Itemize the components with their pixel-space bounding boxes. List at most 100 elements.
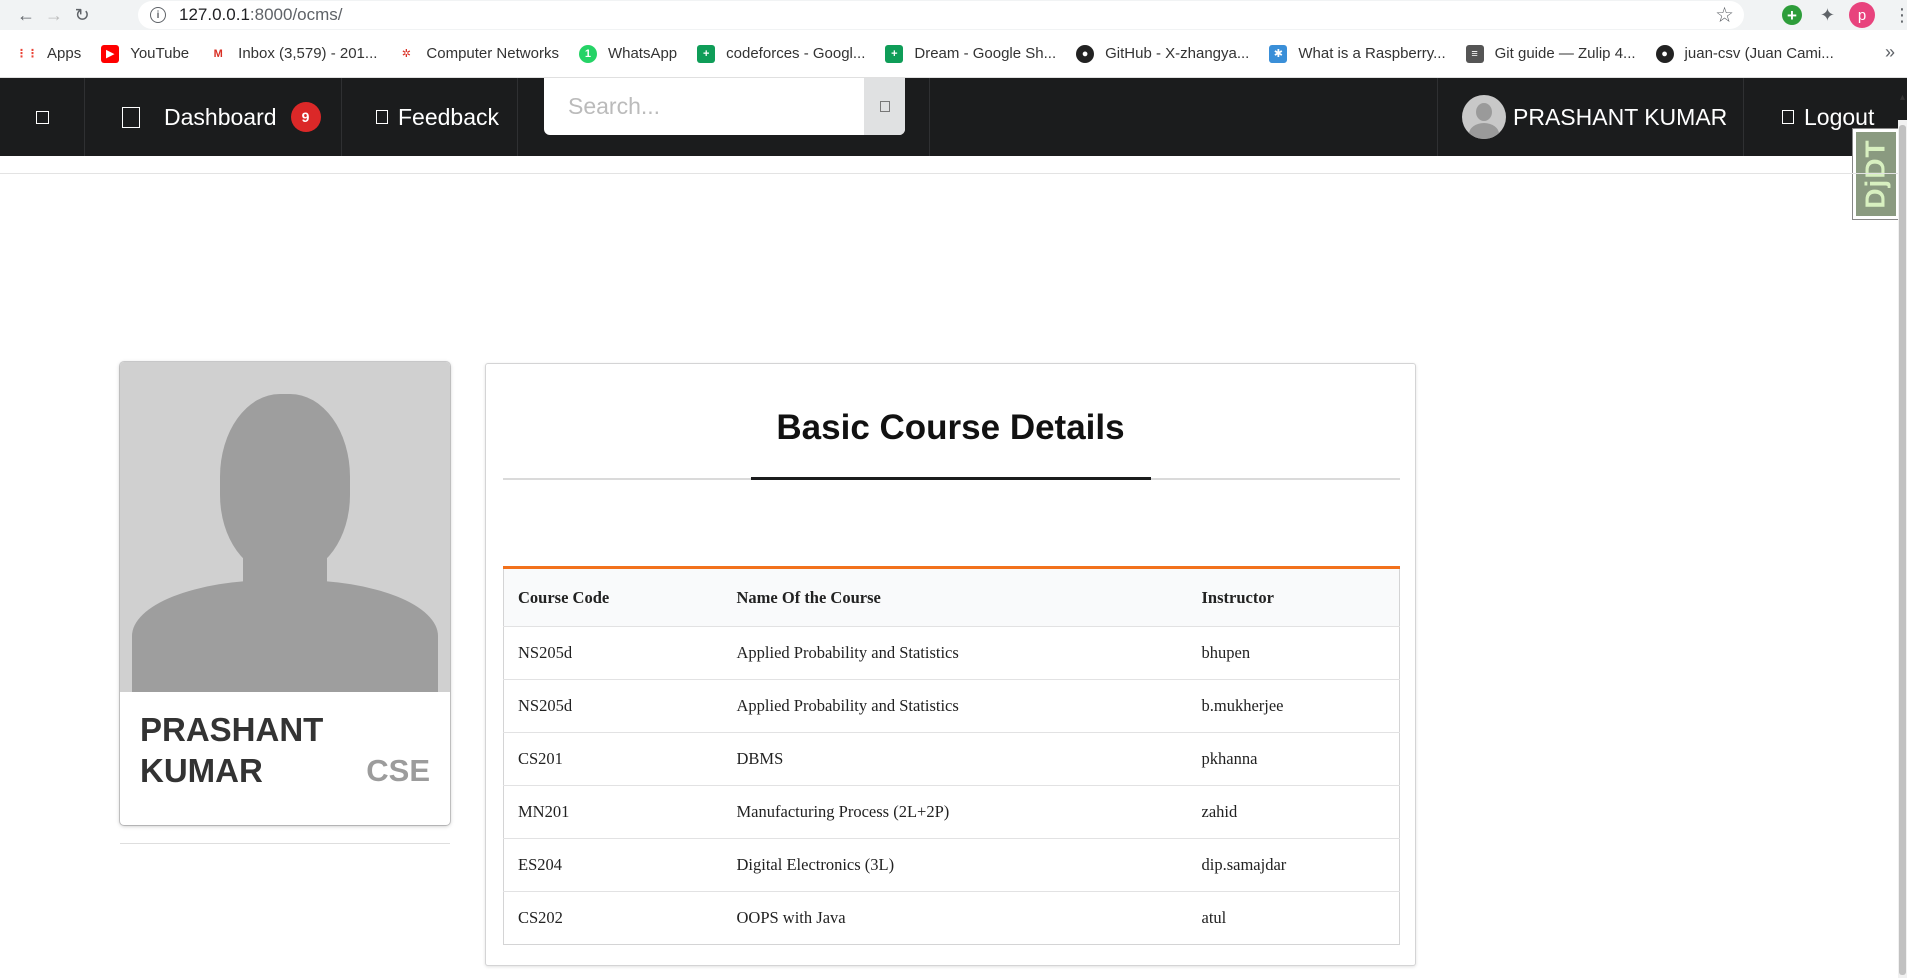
bookmarks-overflow-icon[interactable]: » [1885,42,1895,63]
cell-code: NS205d [503,626,723,680]
bookmark-item[interactable]: ⋮⋮ Apps [16,45,82,63]
apps-grid-icon: ⋮⋮ [16,48,38,60]
logout-icon [1782,110,1794,124]
cell-name: DBMS [722,732,1188,786]
browser-menu-icon[interactable]: ⋮ [1893,5,1907,26]
bookmark-item[interactable]: ▶ YouTube [101,44,190,63]
nav-dashboard-item[interactable]: Dashboard 9 [85,78,342,156]
nav-search-item [518,78,930,156]
table-row: MN201 Manufacturing Process (2L+2P) zahid [503,785,1400,839]
header-instructor: Instructor [1187,567,1400,627]
dashboard-label: Dashboard [164,103,277,130]
bookmark-item[interactable]: ≡ Git guide — Zulip 4... [1465,44,1636,63]
cell-name: OOPS with Java [736,908,846,927]
bookmark-label: WhatsApp [607,45,678,62]
table-row: NS205d Applied Probability and Statistics… [503,679,1400,733]
table-row: CS201 DBMS pkhanna [503,732,1400,786]
cell-name: Applied Probability and Statistics [722,626,1188,680]
extensions-area: + ✦ p ⋮ [1781,0,1907,30]
scroll-up-arrow-icon[interactable]: ▴ [1900,92,1905,103]
panel-title: Basic Course Details [776,408,1125,447]
reload-icon[interactable]: ↻ [68,1,96,29]
app-navbar: Dashboard 9 Feedback PRASHANT KUMAR Logo… [0,78,1907,156]
djdt-label: DjDT [1859,139,1891,209]
bookmark-label: juan-csv (Juan Cami... [1684,45,1834,62]
github-icon: ● [1655,44,1674,63]
browser-toolbar: ← → ↻ i 127.0.0.1:8000/ocms/ ☆ + ✦ p ⋮ [0,0,1907,30]
cell-code: CS201 [503,732,723,786]
bookmark-label: codeforces - Googl... [726,45,866,62]
scrollbar-thumb[interactable] [1899,125,1906,975]
cell-instructor: zahid [1187,785,1400,839]
cell-code: NS205d [503,679,723,733]
bookmark-label: What is a Raspberry... [1298,45,1446,62]
nav-user-item[interactable]: PRASHANT KUMAR [1437,78,1744,156]
cn-icon: ✲ [401,48,412,60]
cell-instructor: dip.samajdar [1187,838,1400,892]
bookmark-item[interactable]: ● GitHub - X-zhangya... [1076,44,1250,63]
extensions-puzzle-icon[interactable]: ✦ [1820,5,1835,26]
dashboard-icon [122,106,140,128]
back-arrow-icon[interactable]: ← [12,1,40,29]
cell-name: Digital Electronics (3L) [722,838,1188,892]
bookmark-item[interactable]: 1 WhatsApp [578,44,678,63]
logout-label: Logout [1804,103,1875,130]
search-icon [879,101,890,112]
bookmark-star-icon[interactable]: ☆ [1715,3,1734,28]
header-divider [0,173,1898,174]
cell-name: Applied Probability and Statistics [722,679,1188,733]
sheets-icon: + [697,44,716,63]
course-details-panel: Basic Course Details Course Code Name Of… [485,363,1416,966]
course-table: Course Code Name Of the Course Instructo… [503,566,1400,945]
profile-name: PRASHANT KUMAR [140,711,324,789]
table-row: CS202 OOPS with Java atul [504,892,1400,945]
bookmark-item[interactable]: ✱ What is a Raspberry... [1269,44,1446,63]
header-course-name: Name Of the Course [722,567,1188,627]
gmail-icon: M [213,47,223,60]
bookmark-label: Apps [47,45,82,62]
panel-divider-accent [751,477,1151,480]
nav-feedback-item[interactable]: Feedback [342,78,518,156]
site-info-icon[interactable]: i [150,7,166,23]
table-header-row: Course Code Name Of the Course Instructo… [503,567,1400,627]
url-host: 127.0.0.1 [179,5,250,24]
raspberry-icon: ✱ [1269,44,1288,63]
extension-plus-icon[interactable]: + [1781,5,1802,25]
address-bar[interactable]: i 127.0.0.1:8000/ocms/ ☆ [138,1,1744,29]
profile-card: PRASHANT KUMAR CSE [120,362,450,825]
silhouette-head [220,394,350,574]
bookmark-item[interactable]: + Dream - Google Sh... [885,44,1057,63]
bookmarks-bar: ⋮⋮ Apps ▶ YouTube M Inbox (3,579) - 201... ✲ Co… [0,30,1907,78]
cell-instructor: b.mukherjee [1187,679,1400,733]
bookmark-label: Inbox (3,579) - 201... [238,45,378,62]
search-box [544,78,905,135]
nav-user-name: PRASHANT KUMAR [1513,103,1728,130]
bookmark-item[interactable]: ● juan-csv (Juan Cami... [1655,44,1834,63]
nav-home-item[interactable] [0,78,85,156]
bookmark-item[interactable]: + codeforces - Googl... [697,44,866,63]
django-debug-toolbar-handle[interactable]: DjDT [1852,128,1898,220]
bookmark-label: YouTube [130,45,190,62]
bookmark-label: Computer Networks [426,45,559,62]
search-input[interactable] [544,78,864,135]
bookmark-label: Dream - Google Sh... [914,45,1057,62]
bookmark-item[interactable]: ✲ Computer Networks [397,45,559,63]
browser-profile-avatar[interactable]: p [1849,2,1875,28]
search-button[interactable] [864,78,905,135]
home-icon [35,110,49,124]
cell-instructor: bhupen [1187,626,1400,680]
table-row: ES204 Digital Electronics (3L) dip.samajda… [503,838,1400,892]
forward-arrow-icon[interactable]: → [40,1,68,29]
zulip-icon: ≡ [1465,44,1484,63]
feedback-icon [376,110,388,124]
cell-name: Manufacturing Process (2L+2P) [722,785,1188,839]
bookmark-item[interactable]: M Inbox (3,579) - 201... [209,45,378,63]
header-course-code: Course Code [503,567,723,627]
profile-divider [120,843,450,844]
profile-content: PRASHANT KUMAR CSE [120,692,450,808]
bookmark-label: GitHub - X-zhangya... [1105,45,1250,62]
profile-department: CSE [366,753,430,788]
notification-badge: 9 [290,102,321,132]
url-path: :8000/ocms/ [249,5,343,24]
